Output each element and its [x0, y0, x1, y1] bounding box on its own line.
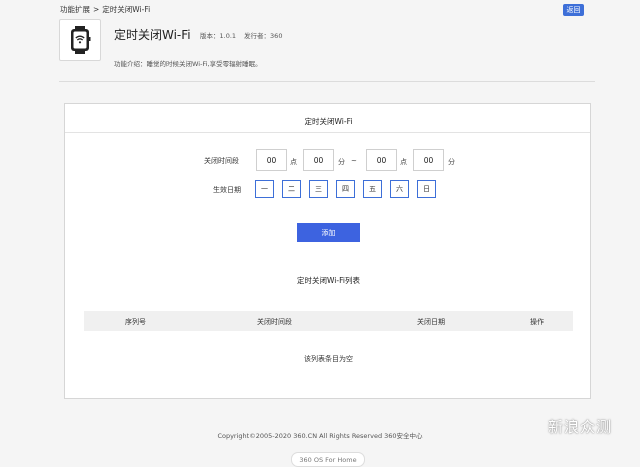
app-description: 功能介绍：睡觉的时候关闭Wi-Fi,享受零辐射睡眠。: [114, 60, 262, 68]
time-range-label: 关闭时间段: [204, 157, 239, 165]
page: 功能扩展 > 定时关闭Wi-Fi 返回 定时关闭Wi-Fi 版本：1.0.1 发行者：…: [0, 0, 640, 467]
schedule-card: 定时关闭Wi-Fi 关闭时间段 00 点 00 分 ~ 00 点 00 分 生效…: [64, 103, 591, 399]
app-meta: 版本：1.0.1 发行者：360: [200, 30, 290, 40]
day-wednesday[interactable]: 三: [309, 180, 328, 198]
breadcrumb: 功能扩展 > 定时关闭Wi-Fi: [60, 4, 150, 15]
start-minute-input[interactable]: 00: [303, 149, 334, 171]
app-title: 定时关闭Wi-Fi: [114, 28, 191, 42]
watermark: 新浪众测: [548, 418, 613, 436]
day-monday[interactable]: 一: [255, 180, 274, 198]
day-sunday[interactable]: 日: [417, 180, 436, 198]
range-separator: ~: [351, 157, 357, 165]
end-minute-input[interactable]: 00: [413, 149, 444, 171]
card-title: 定时关闭Wi-Fi: [304, 117, 353, 126]
column-index: 序列号: [125, 318, 146, 326]
effective-days-label: 生效日期: [213, 186, 241, 194]
start-hour-unit: 点: [290, 158, 297, 166]
back-button[interactable]: 返回: [563, 4, 584, 16]
column-actions: 操作: [530, 318, 544, 326]
column-time-range: 关闭时间段: [257, 318, 292, 326]
end-hour-unit: 点: [400, 158, 407, 166]
os-badge: 360 OS For Home: [291, 452, 365, 467]
header-divider: [59, 81, 595, 82]
day-friday[interactable]: 五: [363, 180, 382, 198]
start-hour-input[interactable]: 00: [256, 149, 287, 171]
end-hour-input[interactable]: 00: [366, 149, 397, 171]
breadcrumb-current: 定时关闭Wi-Fi: [102, 5, 151, 14]
breadcrumb-separator: >: [93, 5, 100, 14]
app-version: 版本：1.0.1: [200, 32, 237, 40]
day-tuesday[interactable]: 二: [282, 180, 301, 198]
app-publisher: 发行者：360: [244, 32, 283, 40]
empty-list-message: 该列表条目为空: [304, 355, 353, 363]
table-header: 序列号 关闭时间段 关闭日期 操作: [84, 311, 573, 331]
card-divider: [65, 132, 590, 133]
start-minute-unit: 分: [338, 158, 345, 166]
day-thursday[interactable]: 四: [336, 180, 355, 198]
breadcrumb-parent[interactable]: 功能扩展: [60, 5, 90, 14]
add-button[interactable]: 添加: [297, 223, 360, 242]
schedule-list-title: 定时关闭Wi-Fi列表: [297, 276, 360, 285]
day-saturday[interactable]: 六: [390, 180, 409, 198]
end-minute-unit: 分: [448, 158, 455, 166]
column-days: 关闭日期: [417, 318, 445, 326]
smartwatch-wifi-icon: [71, 26, 91, 54]
app-icon: [59, 19, 101, 61]
copyright: Copyright©2005-2020 360.CN All Rights Re…: [217, 432, 423, 440]
